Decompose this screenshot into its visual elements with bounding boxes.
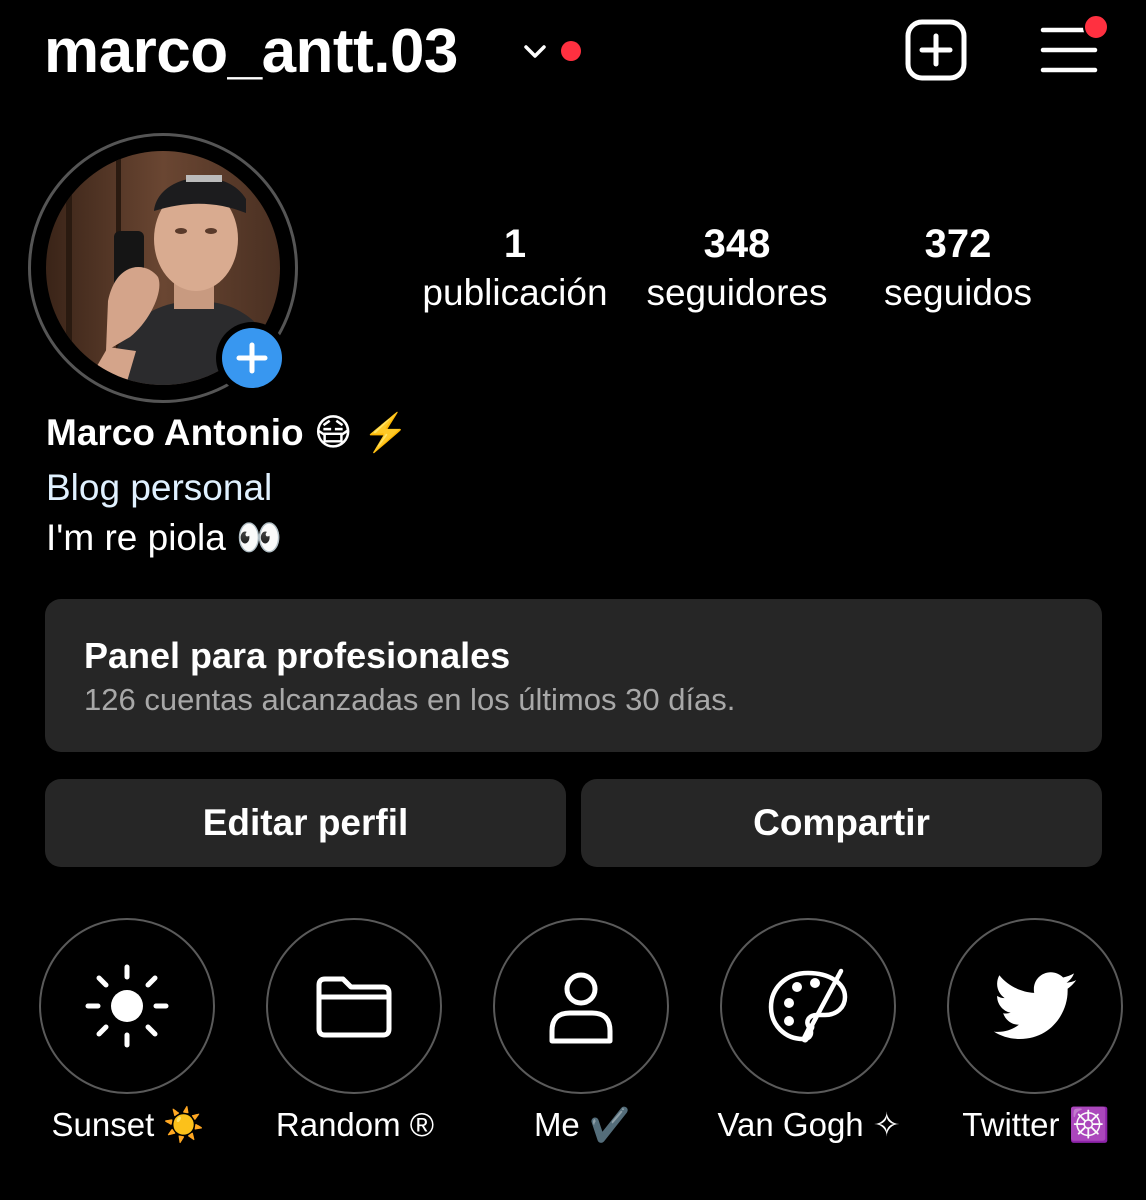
add-story-button[interactable] bbox=[216, 322, 288, 394]
dashboard-subtitle: 126 cuentas alcanzadas en los últimos 30… bbox=[84, 682, 736, 717]
highlight-item[interactable]: Me ✔️ bbox=[472, 918, 692, 1178]
person-icon bbox=[549, 972, 613, 1044]
dashboard-title: Panel para profesionales bbox=[84, 635, 511, 676]
highlight-cover bbox=[493, 918, 669, 1094]
menu-notification-dot bbox=[1083, 14, 1109, 40]
bio-text: I'm re piola 👀 bbox=[46, 517, 283, 558]
stat-posts[interactable]: 1 publicación bbox=[405, 220, 625, 316]
highlight-item[interactable]: Van Gogh ✧ bbox=[699, 918, 919, 1178]
highlight-cover bbox=[720, 918, 896, 1094]
stat-following-label: seguidos bbox=[883, 272, 1033, 313]
twitter-bird-icon bbox=[993, 972, 1077, 1039]
professional-dashboard[interactable]: Panel para profesionales 126 cuentas alc… bbox=[45, 599, 1102, 752]
chevron-down-icon[interactable] bbox=[520, 36, 550, 66]
highlight-label: Twitter ☸️ bbox=[962, 1106, 1110, 1143]
edit-profile-button[interactable]: Editar perfil bbox=[45, 779, 566, 867]
profile-category: Blog personal bbox=[46, 467, 273, 508]
highlight-item[interactable]: Twitter ☸️ bbox=[926, 918, 1146, 1178]
folder-icon bbox=[316, 976, 392, 1038]
highlight-cover bbox=[39, 918, 215, 1094]
share-profile-button[interactable]: Compartir bbox=[581, 779, 1102, 867]
stat-following-count: 372 bbox=[924, 222, 992, 266]
stat-posts-count: 1 bbox=[503, 222, 527, 266]
profile-username[interactable]: marco_antt.03 bbox=[44, 14, 458, 90]
highlight-cover bbox=[947, 918, 1123, 1094]
create-post-icon[interactable] bbox=[905, 19, 967, 81]
highlight-cover bbox=[266, 918, 442, 1094]
highlight-label: Me ✔️ bbox=[533, 1106, 631, 1143]
sun-icon bbox=[85, 964, 169, 1048]
highlight-label: Van Gogh ✧ bbox=[717, 1106, 901, 1143]
account-notification-dot bbox=[561, 41, 581, 61]
highlight-label: Random ® bbox=[275, 1106, 435, 1143]
stat-followers-count: 348 bbox=[703, 222, 771, 266]
palette-icon bbox=[768, 968, 848, 1043]
highlight-item[interactable]: Sunset ☀️ bbox=[18, 918, 238, 1178]
highlight-label: Sunset ☀️ bbox=[51, 1106, 205, 1143]
stat-posts-label: publicación bbox=[422, 272, 608, 313]
display-name: Marco Antonio 😷 ⚡️ bbox=[46, 412, 409, 453]
stat-followers[interactable]: 348 seguidores bbox=[627, 220, 847, 316]
highlight-item[interactable]: Random ® bbox=[245, 918, 465, 1178]
stat-followers-label: seguidores bbox=[646, 272, 828, 313]
plus-icon bbox=[236, 342, 268, 374]
stat-following[interactable]: 372 seguidos bbox=[848, 220, 1068, 316]
